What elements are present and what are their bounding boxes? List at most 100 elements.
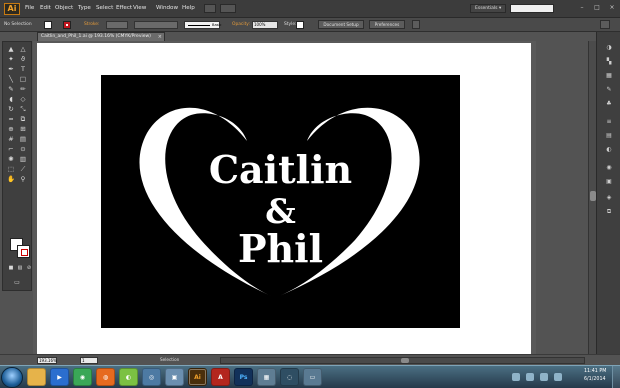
free-transform-tool-icon[interactable]: ⧉ bbox=[18, 115, 28, 124]
bridge-icon[interactable]: ▦ bbox=[257, 368, 276, 386]
brushes-panel-icon[interactable]: ✎ bbox=[604, 86, 614, 94]
symbols-panel-icon[interactable]: ♣ bbox=[604, 100, 614, 108]
selection-tool-icon[interactable]: ▲ bbox=[6, 45, 16, 54]
column-graph-tool-icon[interactable]: ▥ bbox=[18, 155, 28, 164]
swatches-panel-icon[interactable]: ▦ bbox=[604, 72, 614, 80]
fill-color-swatch[interactable] bbox=[44, 21, 52, 29]
green-app-icon[interactable]: ◐ bbox=[119, 368, 138, 386]
chrome-icon[interactable]: ◉ bbox=[73, 368, 92, 386]
gradient-panel-icon[interactable]: ▤ bbox=[604, 132, 614, 140]
zoom-tool-icon[interactable]: ⚲ bbox=[18, 175, 28, 184]
art-text-caitlin[interactable]: Caitlin bbox=[101, 147, 460, 192]
arrange-documents-button[interactable] bbox=[204, 4, 216, 13]
maximize-icon[interactable]: □ bbox=[593, 3, 601, 13]
show-desktop-button[interactable] bbox=[612, 366, 620, 388]
media-player-icon[interactable]: ▶ bbox=[50, 368, 69, 386]
menu-type[interactable]: Type bbox=[78, 5, 91, 11]
clock-date[interactable]: 6/1/2014 bbox=[584, 377, 606, 382]
art-text-phil[interactable]: Phil bbox=[101, 226, 460, 271]
width-tool-icon[interactable]: ≈ bbox=[6, 115, 16, 124]
artboards-panel-icon[interactable]: ⧉ bbox=[604, 208, 614, 216]
artboard-tool-icon[interactable]: ⬚ bbox=[6, 165, 16, 174]
illustrator-icon[interactable]: Ai bbox=[188, 368, 207, 386]
menu-object[interactable]: Object bbox=[55, 5, 73, 11]
stroke-label[interactable]: Stroke: bbox=[84, 22, 99, 27]
acrobat-icon[interactable]: A bbox=[211, 368, 230, 386]
artwork-black-rectangle[interactable]: Caitlin & Phil bbox=[101, 75, 460, 328]
search-input[interactable] bbox=[510, 4, 554, 13]
variable-width-field[interactable] bbox=[134, 21, 178, 29]
blend-tool-icon[interactable]: ⊙ bbox=[18, 145, 28, 154]
rectangle-tool-icon[interactable]: □ bbox=[18, 75, 28, 84]
graphic-style-swatch[interactable] bbox=[296, 21, 304, 29]
gradient-tool-icon[interactable]: ▤ bbox=[18, 135, 28, 144]
minimize-icon[interactable]: – bbox=[578, 3, 586, 13]
shape-builder-tool-icon[interactable]: ⊕ bbox=[6, 125, 16, 134]
horizontal-scrollbar[interactable] bbox=[220, 357, 585, 364]
close-icon[interactable]: × bbox=[608, 3, 616, 13]
canvas[interactable]: Caitlin & Phil bbox=[33, 41, 536, 356]
tray-network-icon[interactable] bbox=[526, 373, 534, 381]
window-app-icon[interactable]: ▭ bbox=[303, 368, 322, 386]
artboard-navigation-field[interactable]: 1 bbox=[80, 357, 98, 364]
menu-view[interactable]: View bbox=[133, 5, 146, 11]
brush-definition-picker[interactable]: Basic bbox=[184, 21, 222, 29]
horizontal-scroll-thumb[interactable] bbox=[401, 358, 409, 363]
document-setup-button[interactable]: Document Setup bbox=[318, 20, 364, 29]
stroke-swatch[interactable] bbox=[17, 245, 30, 258]
menu-window[interactable]: Window bbox=[156, 5, 178, 11]
clock-time[interactable]: 11:41 PM bbox=[584, 369, 606, 374]
type-tool-icon[interactable]: T bbox=[18, 65, 28, 74]
tray-power-icon[interactable] bbox=[554, 373, 562, 381]
panel-menu-icon[interactable] bbox=[600, 20, 610, 29]
align-icon[interactable] bbox=[412, 20, 420, 29]
opacity-label[interactable]: Opacity: bbox=[232, 22, 250, 27]
menu-file[interactable]: File bbox=[25, 5, 34, 11]
perspective-grid-tool-icon[interactable]: ⊞ bbox=[18, 125, 28, 134]
blob-brush-tool-icon[interactable]: ◖ bbox=[6, 95, 16, 104]
graphic-styles-panel-icon[interactable]: ▣ bbox=[604, 178, 614, 186]
tray-volume-icon[interactable] bbox=[540, 373, 548, 381]
preferences-button[interactable]: Preferences bbox=[369, 20, 405, 29]
mesh-tool-icon[interactable]: # bbox=[6, 135, 16, 144]
tray-action-center-icon[interactable] bbox=[512, 373, 520, 381]
vertical-scrollbar[interactable] bbox=[588, 41, 596, 354]
stroke-weight-field[interactable] bbox=[106, 21, 128, 29]
close-tab-icon[interactable]: × bbox=[158, 33, 162, 41]
line-tool-icon[interactable]: ╲ bbox=[6, 75, 16, 84]
photo-app-icon[interactable]: ▣ bbox=[165, 368, 184, 386]
photoshop-icon[interactable]: Ps bbox=[234, 368, 253, 386]
pencil-tool-icon[interactable]: ✏ bbox=[18, 85, 28, 94]
transparency-panel-icon[interactable]: ◐ bbox=[604, 146, 614, 154]
menu-select[interactable]: Select bbox=[96, 5, 113, 11]
paintbrush-tool-icon[interactable]: ✎ bbox=[6, 85, 16, 94]
hand-tool-icon[interactable]: ✋ bbox=[6, 175, 16, 184]
eraser-tool-icon[interactable]: ◇ bbox=[18, 95, 28, 104]
layout-button[interactable] bbox=[220, 4, 236, 13]
firefox-icon[interactable]: ◍ bbox=[96, 368, 115, 386]
lasso-tool-icon[interactable]: ϑ bbox=[18, 55, 28, 64]
slice-tool-icon[interactable]: ⟋ bbox=[18, 165, 28, 174]
layers-panel-icon[interactable]: ◈ bbox=[604, 194, 614, 202]
eyedropper-tool-icon[interactable]: ⌐ bbox=[6, 145, 16, 154]
document-tab[interactable]: Caitlin_and_Phil_1.ai @ 193.16% (CMYK/Pr… bbox=[37, 32, 165, 41]
explorer-icon[interactable] bbox=[27, 368, 46, 386]
rotate-tool-icon[interactable]: ↻ bbox=[6, 105, 16, 114]
start-button[interactable] bbox=[1, 367, 23, 388]
menu-help[interactable]: Help bbox=[182, 5, 195, 11]
zoom-level-field[interactable]: 193.16% bbox=[37, 357, 57, 364]
magic-wand-tool-icon[interactable]: ✦ bbox=[6, 55, 16, 64]
pen-tool-icon[interactable]: ✒ bbox=[6, 65, 16, 74]
menu-edit[interactable]: Edit bbox=[40, 5, 51, 11]
app-icon[interactable]: ◎ bbox=[142, 368, 161, 386]
color-panel-icon[interactable]: ◑ bbox=[604, 44, 614, 52]
appearance-panel-icon[interactable]: ◉ bbox=[604, 164, 614, 172]
opacity-field[interactable]: 100% bbox=[252, 21, 278, 29]
swirl-app-icon[interactable]: ◌ bbox=[280, 368, 299, 386]
screen-mode-icon[interactable]: ▭ bbox=[12, 278, 22, 287]
menu-effect[interactable]: Effect bbox=[116, 5, 132, 11]
direct-selection-tool-icon[interactable]: △ bbox=[18, 45, 28, 54]
workspace-switcher[interactable]: Essentials ▾ bbox=[470, 4, 506, 13]
stroke-panel-icon[interactable]: ≡ bbox=[604, 118, 614, 126]
artboard[interactable]: Caitlin & Phil bbox=[37, 43, 531, 356]
